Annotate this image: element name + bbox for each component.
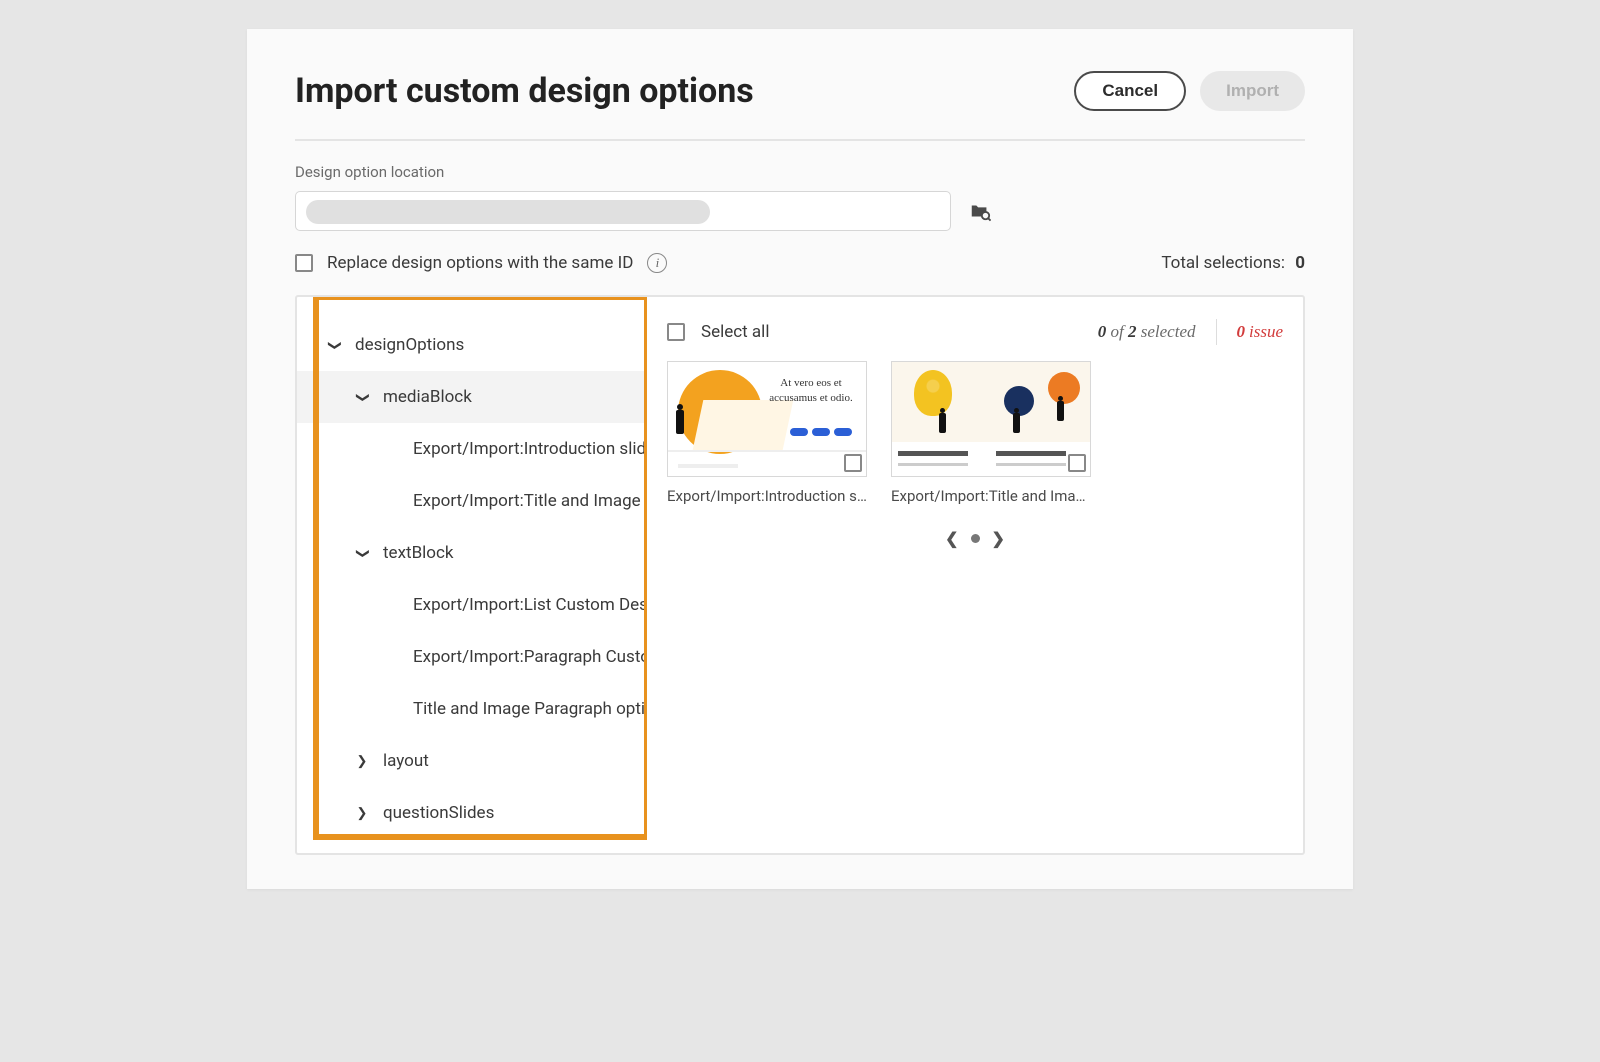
chevron-down-icon[interactable]	[327, 338, 341, 353]
select-all-checkbox[interactable]	[667, 323, 685, 341]
replace-label: Replace design options with the same ID	[327, 253, 633, 273]
tree-leaf[interactable]: Title and Image Paragraph option 1	[297, 683, 647, 735]
page-dot[interactable]	[971, 534, 980, 543]
pagination: ❮ ❯	[667, 529, 1283, 548]
tree-leaf[interactable]: Export/Import:Paragraph Custom Design op…	[297, 631, 647, 683]
location-row	[295, 191, 1305, 231]
thumbnail-grid: At vero eos et accusamus et odio. Export…	[667, 359, 1283, 505]
select-all-label: Select all	[701, 322, 769, 342]
tree-node-mediablock[interactable]: mediaBlock	[297, 371, 647, 423]
total-selections: Total selections: 0	[1161, 253, 1305, 273]
import-dialog: Import custom design options Cancel Impo…	[247, 29, 1353, 889]
options-row: Replace design options with the same ID …	[295, 253, 1305, 273]
info-icon[interactable]: i	[647, 253, 667, 273]
tree-node-textblock[interactable]: textBlock	[297, 527, 647, 579]
browse-folder-icon[interactable]	[969, 200, 991, 222]
location-value-redacted	[306, 200, 710, 224]
page-prev-icon[interactable]: ❮	[945, 529, 958, 548]
thumbnail-label: Export/Import:Introduction slid...	[667, 487, 867, 505]
cancel-button[interactable]: Cancel	[1074, 71, 1186, 111]
selection-status: 0 of 2 selected 0issue	[1098, 319, 1283, 345]
thumbnail-preview: At vero eos et accusamus et odio.	[667, 361, 867, 477]
thumbnail-checkbox[interactable]	[844, 454, 862, 472]
dialog-actions: Cancel Import	[1074, 71, 1305, 111]
tree-leaf[interactable]: Export/Import:Introduction slide single …	[297, 423, 647, 475]
tree-node-layout[interactable]: layout	[297, 735, 647, 787]
content-column: Select all 0 of 2 selected 0issue	[647, 297, 1303, 853]
issue-count: 0issue	[1237, 322, 1284, 342]
location-label: Design option location	[295, 163, 1305, 181]
thumbnail-label: Export/Import:Title and Image I...	[891, 487, 1091, 505]
import-button: Import	[1200, 71, 1305, 111]
location-input[interactable]	[295, 191, 951, 231]
dialog-title: Import custom design options	[295, 71, 754, 111]
thumbnail-checkbox[interactable]	[1068, 454, 1086, 472]
replace-checkbox[interactable]	[295, 254, 313, 272]
selection-panel: designOptions mediaBlock Export/Import:I…	[295, 295, 1305, 855]
thumbnail-preview	[891, 361, 1091, 477]
select-all-row: Select all	[667, 322, 769, 342]
tree-leaf[interactable]: Export/Import:Title and Image Image opti…	[297, 475, 647, 527]
thumbnail-item[interactable]: At vero eos et accusamus et odio. Export…	[667, 361, 867, 505]
chevron-right-icon[interactable]	[355, 754, 369, 769]
tree-leaf[interactable]: Export/Import:List Custom Design option	[297, 579, 647, 631]
content-header: Select all 0 of 2 selected 0issue	[667, 319, 1283, 345]
replace-checkbox-row: Replace design options with the same ID …	[295, 253, 667, 273]
chevron-down-icon[interactable]	[355, 390, 369, 405]
page-next-icon[interactable]: ❯	[992, 529, 1005, 548]
tree-node-designoptions[interactable]: designOptions	[297, 319, 647, 371]
thumbnail-item[interactable]: Export/Import:Title and Image I...	[891, 361, 1091, 505]
tree-node-questionslides[interactable]: questionSlides	[297, 787, 647, 839]
status-divider	[1216, 319, 1217, 345]
chevron-down-icon[interactable]	[355, 546, 369, 561]
chevron-right-icon[interactable]	[355, 806, 369, 821]
tree-column: designOptions mediaBlock Export/Import:I…	[297, 297, 647, 853]
header-divider	[295, 139, 1305, 141]
dialog-header: Import custom design options Cancel Impo…	[295, 71, 1305, 111]
